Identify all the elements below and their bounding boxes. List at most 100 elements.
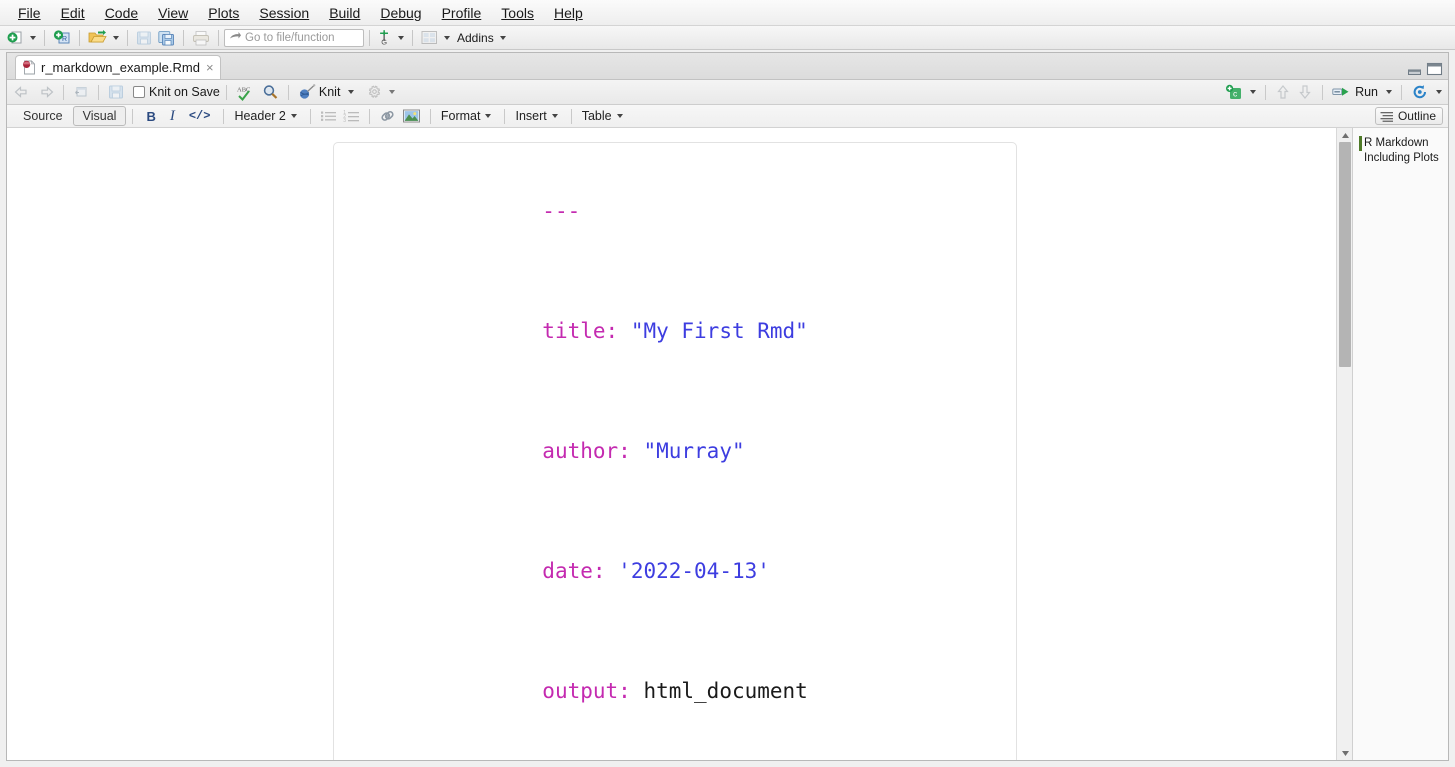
menu-help[interactable]: Help (544, 2, 593, 24)
menu-bar: File Edit Code View Plots Session Build … (0, 0, 1455, 26)
open-folder-icon (88, 30, 107, 43)
outline-item-r-markdown[interactable]: R Markdown (1359, 136, 1444, 151)
visual-toolbar-divider (504, 108, 506, 124)
goto-arrow-icon (230, 32, 241, 39)
run-caret-icon[interactable] (1386, 90, 1392, 94)
show-in-new-window-button[interactable] (70, 82, 92, 102)
editor-toolbar-divider (1322, 84, 1324, 100)
insert-caret-icon (551, 114, 558, 118)
menu-profile[interactable]: Profile (432, 2, 492, 24)
menu-file[interactable]: File (8, 2, 51, 24)
save-button[interactable] (133, 28, 155, 48)
heading-level-dropdown[interactable]: Header 2 (230, 107, 303, 125)
inline-code-button[interactable]: </> (182, 108, 218, 124)
save-all-icon (158, 30, 174, 45)
scrollbar-thumb[interactable] (1339, 142, 1351, 367)
knit-on-save-checkbox[interactable]: Knit on Save (133, 85, 220, 99)
menu-session[interactable]: Session (249, 2, 319, 24)
mode-visual-button[interactable]: Visual (72, 106, 127, 126)
heading-level-label: Header 2 (234, 109, 286, 123)
addins-caret-icon[interactable] (499, 35, 506, 40)
save-document-button[interactable] (105, 82, 127, 102)
source-pane: r_markdown_example.Rmd × Knit on Save AB… (6, 52, 1449, 761)
workspace-panes-caret-icon[interactable] (444, 35, 450, 40)
version-control-icon: G (380, 30, 388, 46)
version-control-caret-icon[interactable] (398, 35, 404, 40)
editor-tab-bar: r_markdown_example.Rmd × (7, 53, 1448, 80)
rstudio-window: File Edit Code View Plots Session Build … (0, 0, 1455, 767)
navigate-back-button[interactable] (11, 82, 34, 102)
insert-chunk-caret-icon[interactable] (1250, 90, 1257, 94)
yaml-close-fence: --- (334, 751, 1016, 760)
toolbar-divider (218, 29, 219, 46)
menu-build[interactable]: Build (319, 2, 370, 24)
spellcheck-button[interactable]: ABC (233, 82, 259, 102)
editor-toolbar-divider (287, 84, 289, 100)
visual-toolbar-divider (368, 108, 370, 124)
gear-icon (369, 85, 381, 98)
mode-source-button[interactable]: Source (13, 106, 73, 126)
numbered-list-button[interactable]: 1 2 3 (340, 106, 363, 126)
find-replace-button[interactable] (259, 82, 282, 102)
run-next-chunk-button[interactable] (1294, 82, 1316, 102)
forward-arrow-icon (41, 86, 54, 98)
goto-file-function-input[interactable]: Go to file/function (224, 28, 364, 47)
image-icon (402, 109, 420, 123)
menu-plots[interactable]: Plots (198, 2, 249, 24)
workspace-panes-icon (421, 31, 437, 44)
menu-edit[interactable]: Edit (51, 2, 95, 24)
knit-label: Knit (318, 85, 341, 99)
print-icon (193, 30, 209, 45)
editor-toolbar-divider (63, 84, 64, 100)
print-button[interactable] (189, 28, 213, 48)
run-button[interactable]: Run (1329, 82, 1381, 102)
workspace-panes-button[interactable] (418, 28, 441, 48)
run-previous-chunks-button[interactable] (1272, 82, 1294, 102)
outline-toggle-button[interactable]: Outline (1374, 107, 1443, 125)
outline-item-including-plots[interactable]: Including Plots (1359, 151, 1444, 166)
scroll-up-arrow-icon[interactable] (1337, 128, 1353, 142)
knit-button[interactable]: Knit (295, 82, 344, 102)
version-control-button[interactable]: G (375, 28, 395, 48)
document-vertical-scrollbar[interactable] (1336, 128, 1352, 760)
document-options-button[interactable] (363, 82, 385, 102)
outline-item-label: Including Plots (1364, 152, 1439, 164)
maximize-pane-icon[interactable] (1426, 62, 1443, 76)
outline-lines-icon (1380, 111, 1393, 122)
knit-caret-icon[interactable] (348, 90, 355, 94)
menu-debug[interactable]: Debug (370, 2, 431, 24)
save-all-button[interactable] (155, 28, 178, 48)
format-dropdown[interactable]: Format (437, 107, 499, 125)
rerun-caret-icon[interactable] (1436, 90, 1442, 94)
open-file-caret-icon[interactable] (113, 35, 119, 40)
insert-image-button[interactable] (399, 106, 424, 126)
insert-link-button[interactable] (376, 106, 399, 126)
close-tab-icon[interactable]: × (206, 60, 214, 75)
menu-code[interactable]: Code (95, 2, 148, 24)
addins-button[interactable]: Addins (457, 31, 494, 45)
new-project-button[interactable]: R (50, 28, 74, 48)
new-file-button[interactable] (4, 28, 27, 48)
insert-chunk-button[interactable]: c (1222, 82, 1247, 102)
rmd-document: --- title: "My First Rmd" author: "Murra… (7, 128, 1336, 760)
document-scroll-area[interactable]: --- title: "My First Rmd" author: "Murra… (7, 128, 1336, 760)
editor-tab-rmd[interactable]: r_markdown_example.Rmd × (15, 55, 221, 79)
format-label: Format (440, 109, 481, 123)
new-file-caret-icon[interactable] (30, 35, 36, 40)
insert-dropdown[interactable]: Insert (511, 107, 564, 125)
rerun-button[interactable] (1408, 82, 1432, 102)
document-options-caret-icon[interactable] (389, 90, 396, 94)
bold-button[interactable]: B (139, 108, 162, 125)
scroll-down-arrow-icon[interactable] (1337, 746, 1353, 760)
minimize-pane-icon[interactable] (1407, 63, 1422, 76)
menu-tools[interactable]: Tools (491, 2, 544, 24)
yaml-value-output: html_document (643, 679, 808, 703)
knit-on-save-checkbox-box[interactable] (133, 86, 145, 98)
menu-view[interactable]: View (148, 2, 198, 24)
navigate-forward-button[interactable] (34, 82, 57, 102)
yaml-front-matter[interactable]: --- title: "My First Rmd" author: "Murra… (333, 142, 1017, 760)
italic-button[interactable]: I (163, 107, 182, 126)
bullet-list-button[interactable] (317, 106, 340, 126)
open-file-button[interactable] (85, 28, 110, 48)
table-dropdown[interactable]: Table (578, 107, 630, 125)
